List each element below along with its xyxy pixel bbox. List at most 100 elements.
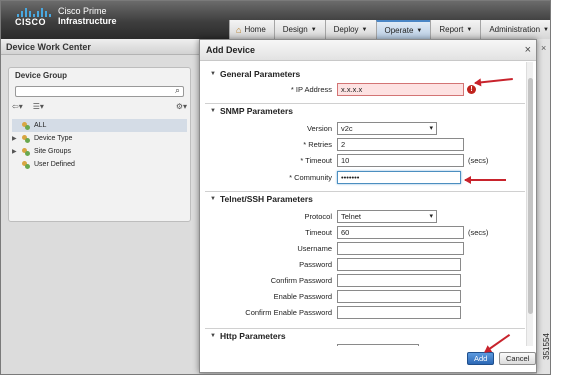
callout-arrow-community bbox=[464, 176, 506, 184]
tree-item-user-defined[interactable]: User Defined bbox=[12, 158, 187, 171]
retries-field[interactable]: 2 bbox=[337, 138, 464, 151]
enable-password-label: Enable Password bbox=[273, 292, 332, 301]
caret-down-icon: ▼ bbox=[361, 26, 368, 33]
community-label: * Community bbox=[289, 173, 332, 182]
background-close-icon[interactable]: × bbox=[541, 43, 546, 53]
product-name: Cisco Prime Infrastructure bbox=[58, 6, 117, 26]
confirm-password-label: Confirm Password bbox=[270, 276, 332, 285]
list-view-icon[interactable]: ☰▾ bbox=[33, 102, 44, 113]
username-row: Username bbox=[205, 242, 525, 256]
user-group-icon bbox=[22, 134, 31, 143]
gear-icon[interactable]: ⚙▾ bbox=[176, 102, 187, 113]
tree-item-label: ALL bbox=[34, 122, 47, 129]
figure-id: 351554 bbox=[542, 322, 563, 374]
snmp-timeout-row: * Timeout 10 (secs) bbox=[205, 154, 525, 168]
dialog-scrollbar[interactable] bbox=[526, 62, 533, 346]
tab-operate-label: Operate bbox=[384, 26, 414, 35]
tab-design[interactable]: Design ▼ bbox=[273, 20, 325, 39]
timeout-unit: (secs) bbox=[468, 228, 489, 237]
back-arrow-icon[interactable]: ⇦▾ bbox=[12, 102, 23, 113]
confirm-enable-password-row: Confirm Enable Password bbox=[205, 306, 525, 320]
version-label: Version bbox=[306, 124, 332, 133]
snmp-retries-row: * Retries 2 bbox=[205, 138, 525, 152]
device-group-panel: Device Group ⌕ ⇦▾ ☰▾ ⚙▾ ALL ▶ Device Typ… bbox=[8, 67, 191, 222]
protocol-select[interactable]: Telnet bbox=[337, 210, 437, 223]
username-label: Username bbox=[297, 244, 332, 253]
tree-item-device-type[interactable]: ▶ Device Type bbox=[12, 132, 187, 145]
password-field[interactable] bbox=[337, 258, 461, 271]
caret-down-icon: ▼ bbox=[543, 26, 549, 33]
confirm-enable-password-field[interactable] bbox=[337, 306, 461, 319]
tab-design-label: Design bbox=[282, 25, 308, 34]
enable-password-field[interactable] bbox=[337, 290, 461, 303]
collapse-triangle-icon[interactable]: ▼ bbox=[210, 71, 216, 77]
snmp-parameters-header[interactable]: ▼ SNMP Parameters bbox=[205, 104, 525, 118]
device-group-title: Device Group bbox=[15, 71, 68, 80]
close-icon[interactable]: × bbox=[525, 44, 531, 56]
protocol-label: Protocol bbox=[304, 212, 332, 221]
search-icon[interactable]: ⌕ bbox=[175, 85, 180, 96]
dialog-body: ▼ General Parameters * IP Address x.x.x.… bbox=[205, 62, 525, 346]
enable-password-row: Enable Password bbox=[205, 290, 525, 304]
password-label: Password bbox=[299, 260, 332, 269]
main-nav: ⌂ Home Design ▼ Deploy ▼ Operate ▼ Repor… bbox=[229, 20, 550, 39]
retries-label: * Retries bbox=[303, 140, 332, 149]
tab-operate[interactable]: Operate ▼ bbox=[375, 20, 431, 39]
user-group-icon bbox=[22, 121, 31, 130]
tab-administration-label: Administration bbox=[489, 25, 541, 34]
top-header: CISCO Cisco Prime Infrastructure ⌂ Home … bbox=[1, 1, 550, 39]
collapse-triangle-icon[interactable]: ▼ bbox=[210, 108, 216, 114]
tab-administration[interactable]: Administration ▼ bbox=[480, 20, 550, 39]
device-group-search-input[interactable]: ⌕ bbox=[15, 85, 184, 97]
cancel-button[interactable]: Cancel bbox=[499, 352, 537, 365]
background-right-panel bbox=[537, 39, 550, 374]
snmp-community-row: * Community ••••••• bbox=[205, 171, 525, 185]
ip-address-label: * IP Address bbox=[290, 85, 332, 94]
add-button[interactable]: Add bbox=[467, 352, 495, 365]
collapse-triangle-icon[interactable]: ▼ bbox=[210, 333, 216, 339]
screenshot-frame: CISCO Cisco Prime Infrastructure ⌂ Home … bbox=[0, 0, 551, 375]
tab-home[interactable]: ⌂ Home bbox=[229, 20, 274, 39]
timeout-unit: (secs) bbox=[468, 156, 489, 165]
tab-deploy[interactable]: Deploy ▼ bbox=[324, 20, 376, 39]
add-device-dialog: Add Device × ▼ General Parameters * IP A… bbox=[199, 39, 537, 373]
cisco-bars-icon bbox=[17, 8, 53, 17]
expand-arrow-icon[interactable]: ▶ bbox=[12, 135, 19, 142]
username-field[interactable] bbox=[337, 242, 464, 255]
caret-down-icon: ▼ bbox=[466, 26, 473, 33]
section-title: SNMP Parameters bbox=[219, 106, 294, 116]
telnet-timeout-field[interactable]: 60 bbox=[337, 226, 464, 239]
timeout-label: Timeout bbox=[305, 228, 332, 237]
section-title: Telnet/SSH Parameters bbox=[219, 194, 313, 204]
user-group-icon bbox=[22, 160, 31, 169]
protocol-row: Protocol Telnet bbox=[205, 210, 525, 224]
expand-arrow-icon[interactable]: ▶ bbox=[12, 148, 19, 155]
version-select[interactable]: v2c bbox=[337, 122, 437, 135]
figure-id-text: 351554 bbox=[541, 333, 551, 360]
snmp-timeout-field[interactable]: 10 bbox=[337, 154, 464, 167]
timeout-label: * Timeout bbox=[300, 156, 332, 165]
ip-address-field[interactable]: x.x.x.x bbox=[337, 83, 464, 96]
dialog-title: Add Device bbox=[200, 40, 536, 61]
password-row: Password bbox=[205, 258, 525, 272]
tree-item-label: User Defined bbox=[34, 161, 75, 168]
product-line-2: Infrastructure bbox=[58, 16, 117, 26]
confirm-password-field[interactable] bbox=[337, 274, 461, 287]
community-field[interactable]: ••••••• bbox=[337, 171, 461, 184]
section-title: General Parameters bbox=[219, 69, 301, 79]
tab-report[interactable]: Report ▼ bbox=[430, 20, 481, 39]
tree-item-all[interactable]: ALL bbox=[12, 119, 187, 132]
user-group-icon bbox=[22, 147, 31, 156]
http-parameters-header[interactable]: ▼ Http Parameters bbox=[205, 329, 525, 343]
cisco-wordmark: CISCO bbox=[15, 17, 47, 27]
collapse-triangle-icon[interactable]: ▼ bbox=[210, 196, 216, 202]
telnet-ssh-parameters-header[interactable]: ▼ Telnet/SSH Parameters bbox=[205, 192, 525, 206]
http-parameters-section: ▼ Http Parameters bbox=[205, 328, 525, 343]
telnet-timeout-row: Timeout 60 (secs) bbox=[205, 226, 525, 240]
device-group-tree: ALL ▶ Device Type ▶ Site Groups User Def… bbox=[12, 119, 187, 171]
scrollbar-thumb[interactable] bbox=[528, 78, 533, 314]
tab-home-label: Home bbox=[244, 25, 266, 34]
confirm-enable-password-label: Confirm Enable Password bbox=[245, 308, 332, 317]
tree-item-site-groups[interactable]: ▶ Site Groups bbox=[12, 145, 187, 158]
telnet-ssh-parameters-section: ▼ Telnet/SSH Parameters bbox=[205, 191, 525, 206]
